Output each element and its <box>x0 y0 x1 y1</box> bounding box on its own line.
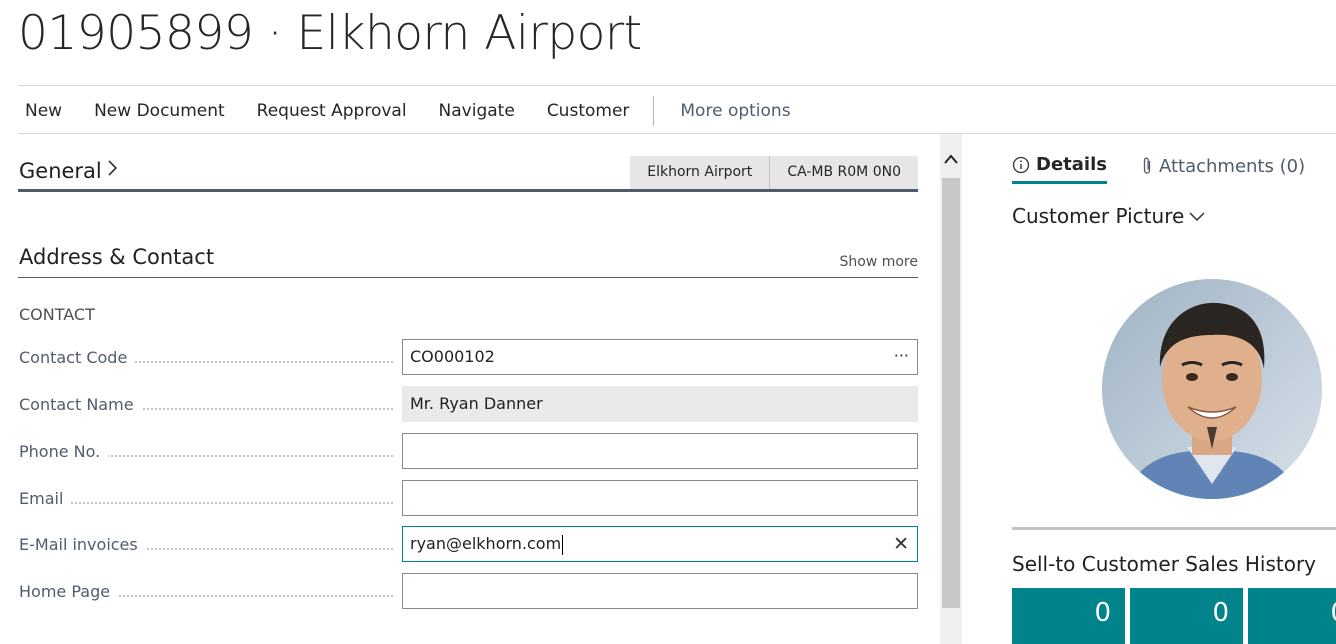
address-contact-title[interactable]: Address & Contact <box>19 245 214 269</box>
customer-picture-avatar <box>1102 279 1322 499</box>
customer-action[interactable]: Customer <box>539 101 638 121</box>
email-label: Email <box>19 489 72 508</box>
home-page-input[interactable] <box>402 573 918 609</box>
contact-group-caption: CONTACT <box>19 305 95 324</box>
lookup-ellipsis-button[interactable]: ··· <box>894 340 909 374</box>
email-row: Email <box>19 480 918 516</box>
contact-name-value: Mr. Ryan Danner <box>410 394 543 413</box>
factbox-divider <box>1012 527 1336 530</box>
sales-history-tile[interactable]: 0 <box>1130 588 1243 644</box>
contact-name-label: Contact Name <box>19 395 142 414</box>
sales-history-tile[interactable]: 0 <box>1012 588 1125 644</box>
phone-label: Phone No. <box>19 442 109 461</box>
tab-attachments[interactable]: Attachments (0) <box>1141 148 1305 184</box>
factbox-tabs: Details Attachments (0) <box>1012 148 1336 184</box>
email-invoices-input[interactable]: ryan@elkhorn.com ✕ <box>402 526 918 562</box>
contact-code-row: Contact Code CO000102 ··· <box>19 339 918 375</box>
action-bar: New New Document Request Approval Naviga… <box>18 90 1336 132</box>
paperclip-icon <box>1141 156 1153 176</box>
phone-row: Phone No. <box>19 433 918 469</box>
general-section-toggle[interactable]: General <box>19 158 118 183</box>
clear-icon[interactable]: ✕ <box>893 527 909 561</box>
leader-dots <box>19 502 393 504</box>
sales-history-tiles: 0 0 0 <box>1012 588 1336 644</box>
home-page-label: Home Page <box>19 582 119 601</box>
customer-picture-title: Customer Picture <box>1012 204 1185 228</box>
general-section-title: General <box>19 158 102 183</box>
navigate-action[interactable]: Navigate <box>431 101 523 121</box>
page-title: 01905899 · Elkhorn Airport <box>18 6 642 61</box>
contact-code-label: Contact Code <box>19 348 136 367</box>
contact-name-row: Contact Name Mr. Ryan Danner <box>19 386 918 422</box>
vertical-scrollbar[interactable] <box>940 134 962 644</box>
scrollbar-thumb[interactable] <box>942 178 960 608</box>
tab-details-label: Details <box>1036 154 1107 175</box>
home-page-row: Home Page <box>19 573 918 609</box>
action-divider <box>653 96 655 126</box>
chevron-right-icon <box>106 158 118 183</box>
phone-input[interactable] <box>402 433 918 469</box>
scroll-up-icon[interactable] <box>940 148 962 170</box>
contact-code-input[interactable]: CO000102 ··· <box>402 339 918 375</box>
sales-history-tile[interactable]: 0 <box>1248 588 1336 644</box>
title-divider <box>18 85 1336 86</box>
summary-chip-postcode: CA-MB R0M 0N0 <box>769 156 918 189</box>
tab-attachments-label: Attachments (0) <box>1158 155 1306 177</box>
tab-details[interactable]: Details <box>1012 148 1107 184</box>
email-invoices-label: E-Mail invoices <box>19 535 146 554</box>
address-contact-section-header: Address & Contact Show more <box>18 244 918 278</box>
info-icon <box>1012 156 1030 174</box>
sales-history-title: Sell-to Customer Sales History <box>1012 552 1317 576</box>
general-summary: Elkhorn Airport CA-MB R0M 0N0 <box>630 156 918 189</box>
customer-picture-toggle[interactable]: Customer Picture <box>1012 204 1206 228</box>
chevron-down-icon <box>1188 210 1206 222</box>
more-options-action[interactable]: More options <box>672 101 798 121</box>
email-input[interactable] <box>402 480 918 516</box>
factbox-pane: Details Attachments (0) Customer Picture <box>962 134 1336 644</box>
email-invoices-value: ryan@elkhorn.com <box>410 534 562 553</box>
text-caret <box>562 534 564 555</box>
contact-code-value: CO000102 <box>410 347 495 366</box>
new-document-action[interactable]: New Document <box>86 101 233 121</box>
summary-chip-name: Elkhorn Airport <box>630 156 770 189</box>
request-approval-action[interactable]: Request Approval <box>249 101 415 121</box>
new-action[interactable]: New <box>18 101 70 121</box>
contact-name-field: Mr. Ryan Danner <box>402 386 918 422</box>
show-more-link[interactable]: Show more <box>840 254 919 270</box>
general-section-header: General Elkhorn Airport CA-MB R0M 0N0 <box>18 156 918 192</box>
email-invoices-row: E-Mail invoices ryan@elkhorn.com ✕ <box>19 526 918 562</box>
